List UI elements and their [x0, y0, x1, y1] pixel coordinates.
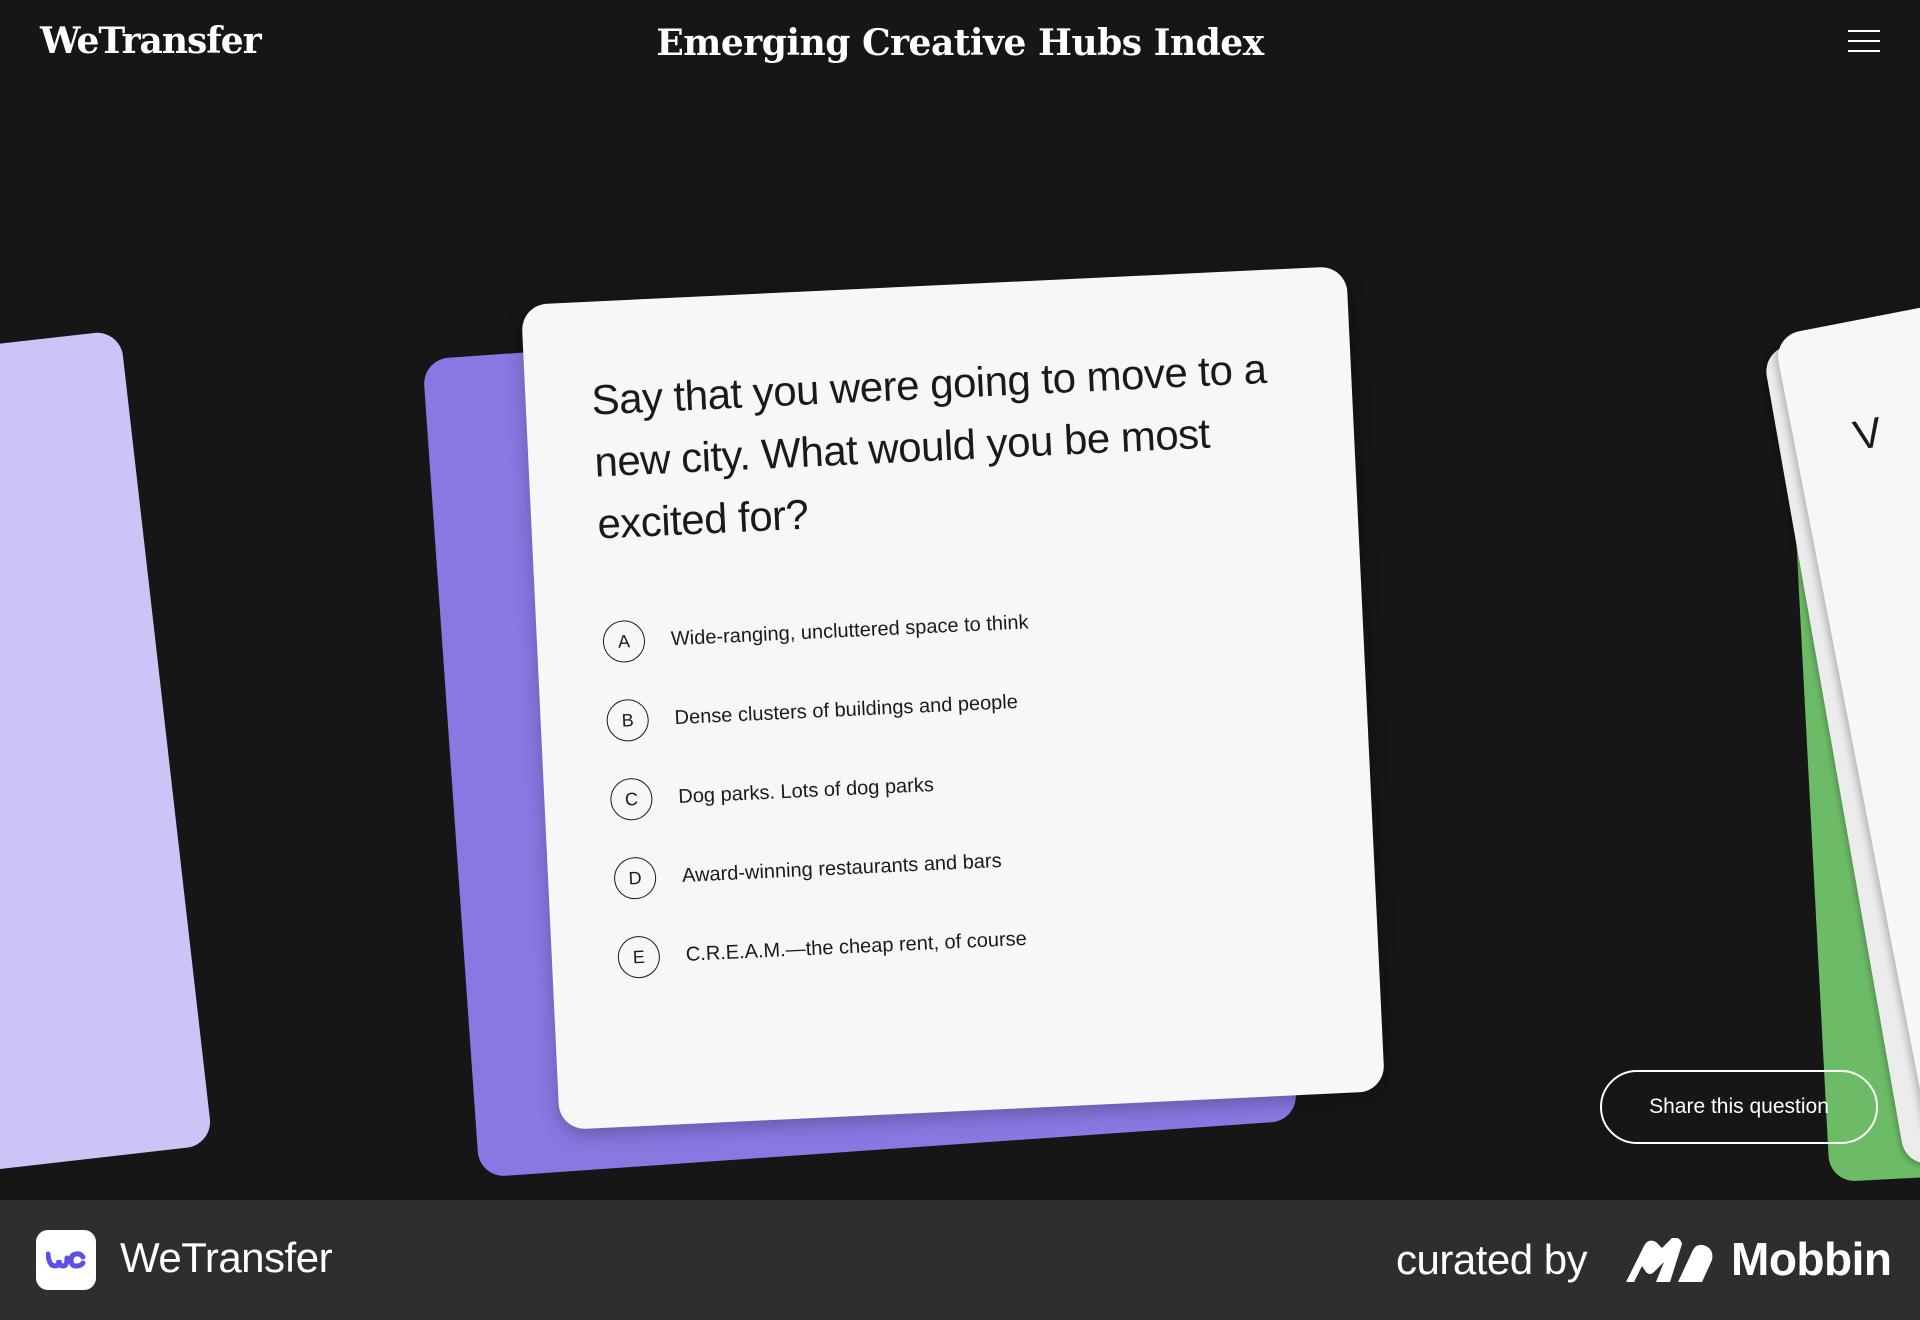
share-question-button[interactable]: Share this question [1600, 1070, 1878, 1144]
option-label: C.R.E.A.M.—the cheap rent, of course [685, 927, 1028, 966]
app-name: WeTransfer [120, 1234, 333, 1281]
page-title: Emerging Creative Hubs Index [656, 22, 1264, 64]
option-label: Dense clusters of buildings and people [674, 690, 1019, 729]
hamburger-menu-icon[interactable] [1848, 28, 1882, 56]
previous-question-card[interactable] [0, 330, 213, 1179]
option-label: Wide-ranging, uncluttered space to think [670, 610, 1029, 650]
question-card: Say that you were going to move to a new… [521, 266, 1385, 1130]
option-letter-badge: C [609, 777, 654, 822]
answer-options: A Wide-ranging, uncluttered space to thi… [602, 586, 1320, 1014]
option-letter-badge: A [602, 619, 646, 664]
option-letter-badge: E [616, 935, 661, 980]
mobbin-logo-icon [1626, 1237, 1716, 1282]
next-question-peek-text: V [1849, 407, 1887, 460]
option-letter-badge: B [605, 698, 650, 743]
option-label: Award-winning restaurants and bars [681, 849, 1003, 887]
answer-option-e[interactable]: E C.R.E.A.M.—the cheap rent, of course [616, 902, 1318, 981]
option-letter-badge: D [613, 856, 658, 901]
answer-option-a[interactable]: A Wide-ranging, uncluttered space to thi… [602, 586, 1303, 665]
question-text: Say that you were going to move to a new… [590, 344, 1268, 548]
curated-by-label: curated by [1396, 1236, 1588, 1283]
answer-option-b[interactable]: B Dense clusters of buildings and people [605, 665, 1307, 744]
answer-option-d[interactable]: D Award-winning restaurants and bars [613, 823, 1314, 902]
option-label: Dog parks. Lots of dog parks [677, 773, 935, 808]
mobbin-wordmark: Mobbin [1731, 1233, 1892, 1285]
footer-bar: WeTransfer curated by Mobbin [0, 1200, 1920, 1320]
top-bar: WeTransfer Emerging Creative Hubs Index [0, 0, 1920, 90]
quiz-stage: WeTransfer Emerging Creative Hubs Index … [0, 0, 1920, 1200]
wetransfer-app-icon [36, 1230, 96, 1290]
answer-option-c[interactable]: C Dog parks. Lots of dog parks [609, 744, 1310, 823]
